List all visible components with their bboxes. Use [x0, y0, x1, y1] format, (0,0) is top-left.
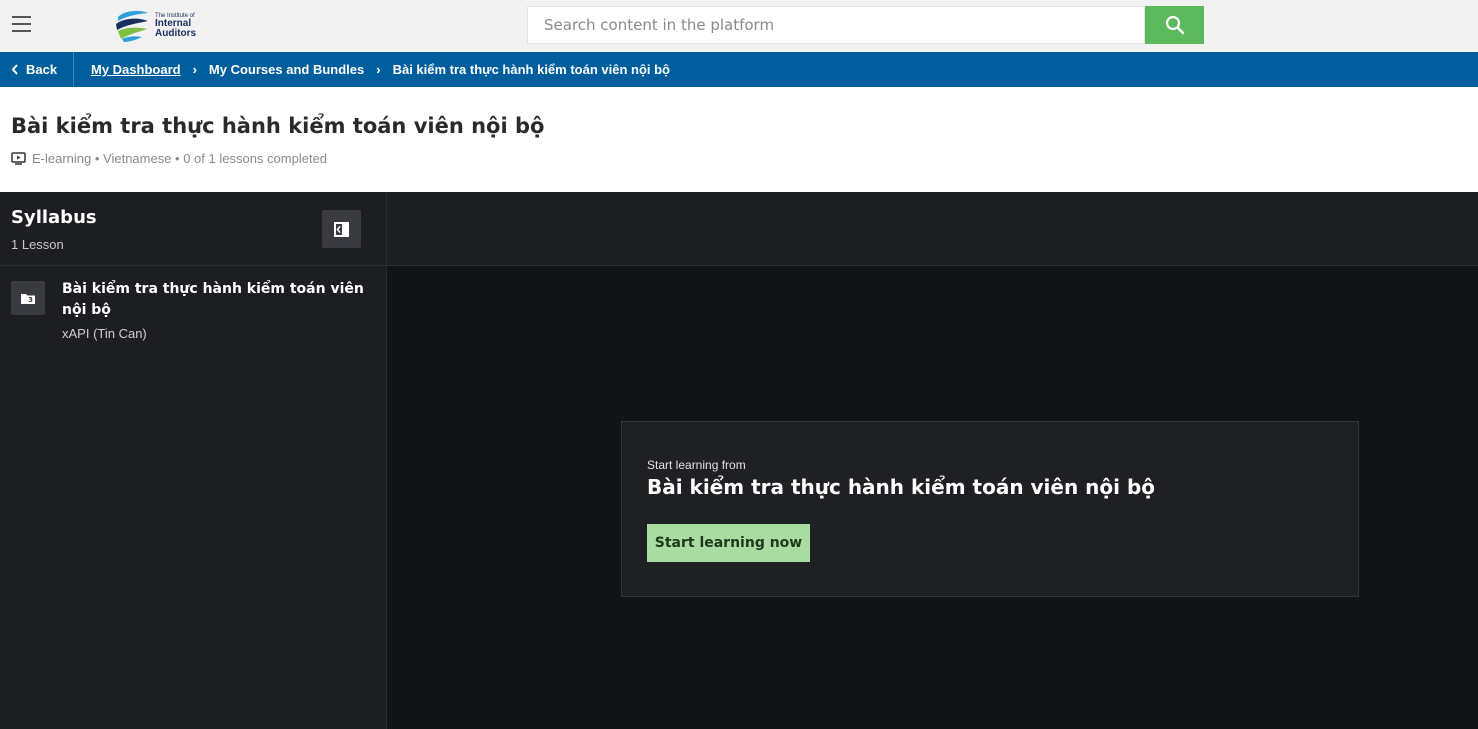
course-meta: E-learning • Vietnamese • 0 of 1 lessons…	[11, 151, 327, 166]
start-learning-title: Bài kiểm tra thực hành kiểm toán viên nộ…	[647, 475, 1156, 499]
lesson-title: Bài kiểm tra thực hành kiểm toán viên nộ…	[62, 281, 364, 318]
start-learning-label: Start learning from	[647, 458, 746, 472]
syllabus-lesson-count: 1 Lesson	[11, 237, 64, 252]
logo-line-3: Auditors	[155, 28, 197, 39]
start-learning-button[interactable]: Start learning now	[647, 524, 810, 562]
top-header: The Institute of Internal Auditors	[0, 0, 1478, 52]
svg-text:3: 3	[28, 296, 33, 304]
breadcrumb-my-dashboard[interactable]: My Dashboard	[91, 62, 181, 77]
collapse-sidebar-button[interactable]	[322, 210, 361, 248]
player-toolbar	[387, 192, 1478, 266]
folder-icon: 3	[11, 281, 45, 315]
breadcrumb: My Dashboard › My Courses and Bundles › …	[91, 52, 670, 87]
syllabus-title: Syllabus	[11, 207, 97, 228]
syllabus-header: Syllabus 1 Lesson	[0, 192, 387, 266]
logo-text: The Institute of Internal Auditors	[155, 13, 196, 39]
collapse-panel-icon	[334, 221, 349, 237]
course-meta-text: E-learning • Vietnamese • 0 of 1 lessons…	[32, 151, 328, 166]
page-title: Bài kiểm tra thực hành kiểm toán viên nộ…	[11, 114, 545, 138]
search-icon	[1165, 15, 1184, 35]
syllabus-lesson-item[interactable]: 3 Bài kiểm tra thực hành kiểm toán viên …	[0, 266, 386, 356]
course-player: Syllabus 1 Lesson 3 Bài kiểm tra thực hà…	[0, 192, 1478, 729]
breadcrumb-separator: ›	[376, 62, 381, 77]
lesson-type: xAPI (Tin Can)	[62, 326, 147, 341]
start-learning-card: Start learning from Bài kiểm tra thực hà…	[621, 421, 1359, 597]
logo-globe-icon	[116, 10, 148, 42]
hamburger-icon[interactable]	[12, 16, 31, 32]
course-header: Bài kiểm tra thực hành kiểm toán viên nộ…	[0, 87, 1478, 192]
back-button[interactable]: Back	[0, 52, 74, 87]
logo[interactable]: The Institute of Internal Auditors	[114, 8, 204, 44]
back-label: Back	[26, 62, 58, 77]
breadcrumb-bar: Back My Dashboard › My Courses and Bundl…	[0, 52, 1478, 87]
search-input[interactable]	[527, 6, 1145, 44]
search-button[interactable]	[1145, 6, 1204, 44]
chevron-left-icon	[11, 64, 18, 75]
breadcrumb-my-courses[interactable]: My Courses and Bundles	[209, 62, 364, 77]
presentation-icon	[11, 152, 26, 165]
breadcrumb-separator: ›	[192, 62, 197, 77]
breadcrumb-current-course: Bài kiểm tra thực hành kiểm toán viên nộ…	[392, 62, 670, 77]
syllabus-sidebar: Syllabus 1 Lesson 3 Bài kiểm tra thực hà…	[0, 192, 387, 729]
